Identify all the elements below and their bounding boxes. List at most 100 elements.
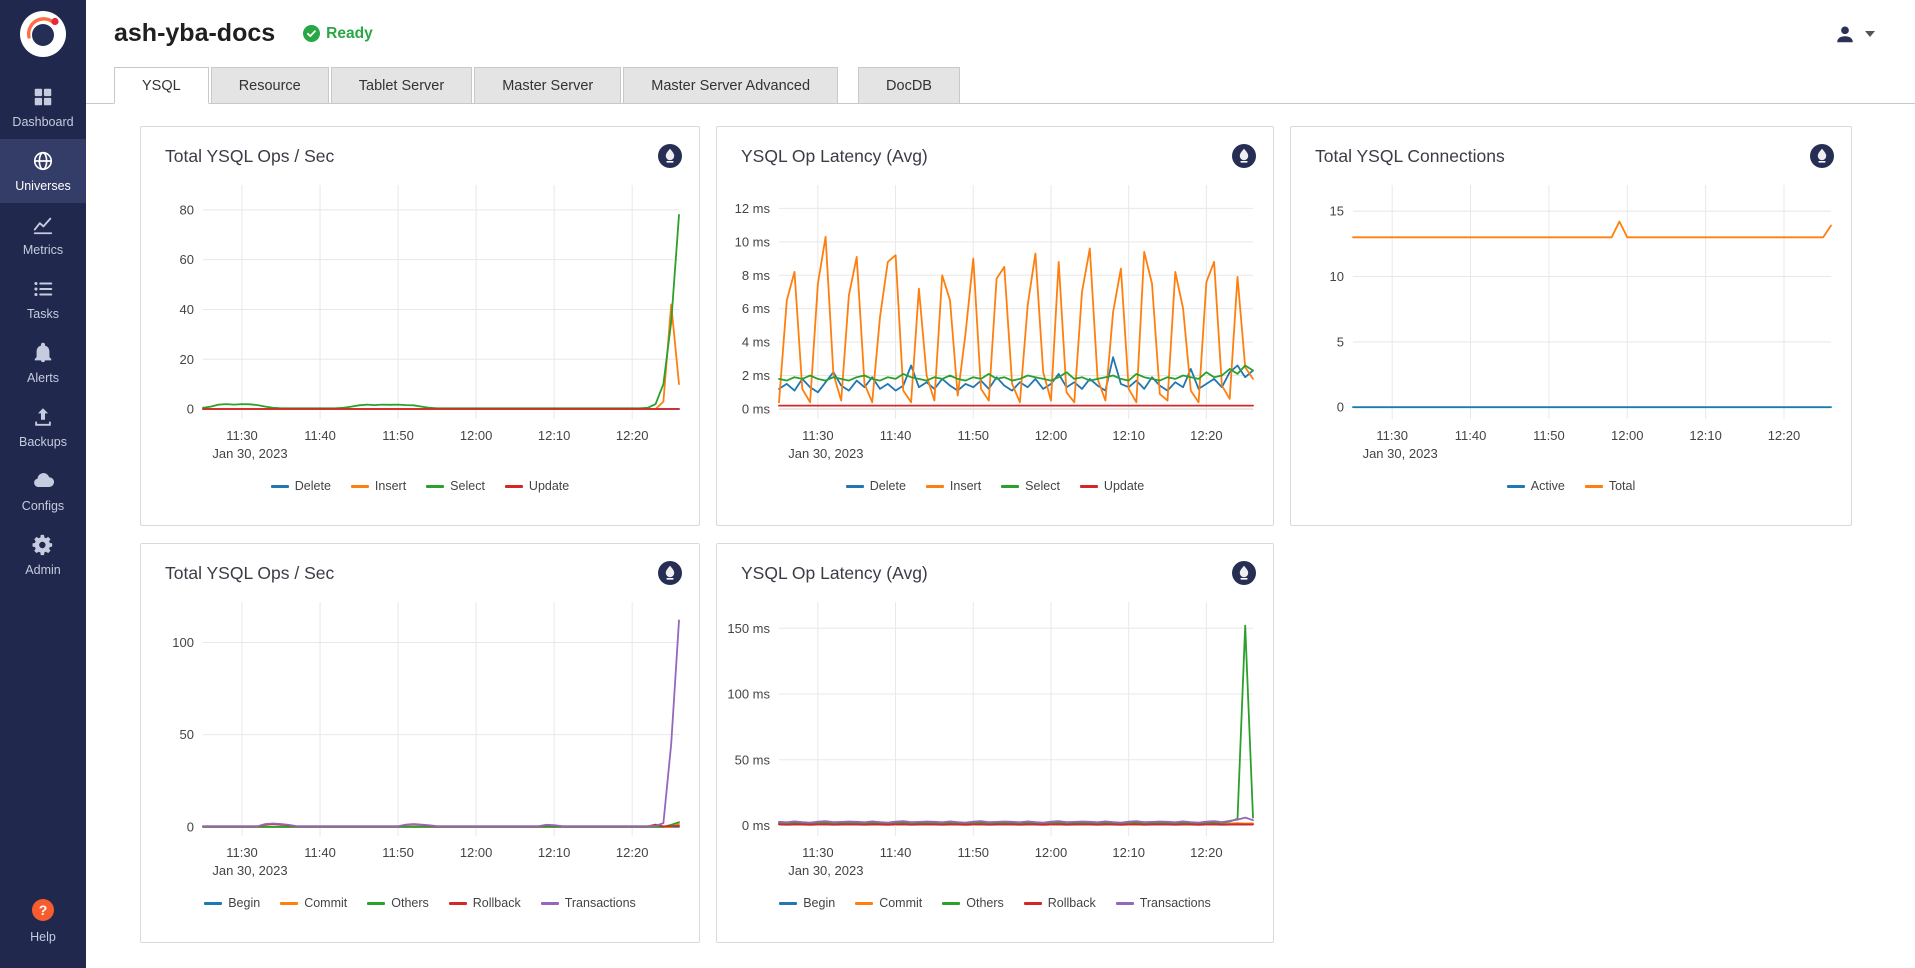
chart-panel-ysql-transactions-ops: Total YSQL Ops / Sec 05010011:30Jan 30, … — [140, 543, 700, 943]
caret-down-icon — [1865, 31, 1875, 37]
legend-item[interactable]: Update — [505, 479, 569, 493]
legend-swatch — [779, 902, 797, 905]
sidebar-item-label: Dashboard — [12, 115, 73, 129]
sidebar-item-label: Tasks — [27, 307, 59, 321]
svg-text:11:40: 11:40 — [304, 428, 336, 443]
legend-item[interactable]: Active — [1507, 479, 1565, 493]
metrics-tabbar: YSQL Resource Tablet Server Master Serve… — [86, 67, 1915, 104]
svg-text:12:10: 12:10 — [1112, 845, 1145, 860]
svg-text:12:20: 12:20 — [616, 845, 649, 860]
legend-item[interactable]: Insert — [926, 479, 981, 493]
tab-docdb[interactable]: DocDB — [858, 67, 960, 104]
tab-ysql[interactable]: YSQL — [114, 67, 209, 104]
legend-swatch — [1507, 485, 1525, 488]
legend-item[interactable]: Transactions — [1116, 896, 1211, 910]
chart-title: Total YSQL Connections — [1315, 143, 1505, 167]
status-label: Ready — [326, 25, 373, 43]
prometheus-icon[interactable] — [657, 560, 683, 586]
sidebar-item-universes[interactable]: Universes — [0, 139, 86, 203]
sidebar-item-tasks[interactable]: Tasks — [0, 267, 86, 331]
legend-swatch — [1024, 902, 1042, 905]
legend-item[interactable]: Rollback — [1024, 896, 1096, 910]
svg-text:50: 50 — [180, 727, 194, 742]
user-icon — [1834, 23, 1856, 45]
svg-text:12:20: 12:20 — [616, 428, 649, 443]
sidebar-item-dashboard[interactable]: Dashboard — [0, 75, 86, 139]
legend-item[interactable]: Update — [1080, 479, 1144, 493]
chart-legend: Delete Insert Select Update — [141, 479, 699, 493]
legend-item[interactable]: Delete — [271, 479, 331, 493]
tab-master-server-advanced[interactable]: Master Server Advanced — [623, 67, 838, 104]
svg-text:15: 15 — [1330, 204, 1344, 219]
user-menu[interactable] — [1834, 23, 1875, 45]
legend-label: Delete — [870, 479, 906, 493]
svg-text:11:40: 11:40 — [1455, 428, 1487, 443]
legend-swatch — [1585, 485, 1603, 488]
legend-label: Others — [966, 896, 1004, 910]
legend-label: Transactions — [1140, 896, 1211, 910]
alerts-bell-icon — [32, 342, 54, 364]
legend-item[interactable]: Delete — [846, 479, 906, 493]
legend-item[interactable]: Total — [1585, 479, 1635, 493]
legend-item[interactable]: Rollback — [449, 896, 521, 910]
svg-text:12:10: 12:10 — [1112, 428, 1145, 443]
legend-swatch — [1080, 485, 1098, 488]
legend-swatch — [541, 902, 559, 905]
yugabyte-planet-logo[interactable] — [19, 10, 67, 63]
prometheus-icon[interactable] — [1231, 560, 1257, 586]
line-chart[interactable]: 02040608011:30Jan 30, 202311:4011:5012:0… — [141, 171, 699, 471]
legend-item[interactable]: Select — [1001, 479, 1060, 493]
svg-text:12:20: 12:20 — [1190, 845, 1223, 860]
chart-legend: Begin Commit Others Rollback Transactions — [717, 896, 1273, 910]
line-chart[interactable]: 0 ms50 ms100 ms150 ms11:30Jan 30, 202311… — [717, 588, 1273, 888]
svg-text:11:50: 11:50 — [382, 845, 414, 860]
svg-text:?: ? — [39, 902, 48, 918]
legend-item[interactable]: Commit — [280, 896, 347, 910]
legend-item[interactable]: Select — [426, 479, 485, 493]
svg-text:2 ms: 2 ms — [742, 368, 771, 383]
legend-swatch — [505, 485, 523, 488]
sidebar-item-admin[interactable]: Admin — [0, 523, 86, 587]
sidebar-item-backups[interactable]: Backups — [0, 395, 86, 459]
help-question-icon: ? — [30, 897, 56, 923]
tab-master-server[interactable]: Master Server — [474, 67, 621, 104]
line-chart[interactable]: 0 ms2 ms4 ms6 ms8 ms10 ms12 ms11:30Jan 3… — [717, 171, 1273, 471]
chart-panel-ysql-transactions-latency: YSQL Op Latency (Avg) 0 ms50 ms100 ms150… — [716, 543, 1274, 943]
legend-item[interactable]: Commit — [855, 896, 922, 910]
prometheus-icon[interactable] — [657, 143, 683, 169]
svg-text:8 ms: 8 ms — [742, 268, 771, 283]
sidebar-item-label: Admin — [25, 563, 60, 577]
svg-text:Jan 30, 2023: Jan 30, 2023 — [1363, 446, 1438, 461]
svg-text:12:20: 12:20 — [1190, 428, 1223, 443]
tab-resource[interactable]: Resource — [211, 67, 329, 104]
legend-label: Update — [529, 479, 569, 493]
chart-title: YSQL Op Latency (Avg) — [741, 560, 928, 584]
legend-item[interactable]: Others — [367, 896, 429, 910]
configs-cloud-icon — [32, 470, 54, 492]
sidebar-item-help[interactable]: ? Help — [0, 886, 86, 954]
legend-label: Rollback — [1048, 896, 1096, 910]
legend-item[interactable]: Insert — [351, 479, 406, 493]
charts-row-2: Total YSQL Ops / Sec 05010011:30Jan 30, … — [140, 543, 1915, 943]
legend-item[interactable]: Others — [942, 896, 1004, 910]
line-chart[interactable]: 05010011:30Jan 30, 202311:4011:5012:0012… — [141, 588, 699, 888]
sidebar-item-label: Help — [30, 930, 56, 944]
legend-item[interactable]: Transactions — [541, 896, 636, 910]
sidebar-item-metrics[interactable]: Metrics — [0, 203, 86, 267]
backups-upload-icon — [32, 406, 54, 428]
sidebar-item-alerts[interactable]: Alerts — [0, 331, 86, 395]
svg-text:Jan 30, 2023: Jan 30, 2023 — [788, 446, 863, 461]
chart-title: YSQL Op Latency (Avg) — [741, 143, 928, 167]
chart-panel-ysql-latency: YSQL Op Latency (Avg) 0 ms2 ms4 ms6 ms8 … — [716, 126, 1274, 526]
legend-swatch — [926, 485, 944, 488]
svg-text:40: 40 — [180, 302, 194, 317]
line-chart[interactable]: 05101511:30Jan 30, 202311:4011:5012:0012… — [1291, 171, 1851, 471]
sidebar-item-configs[interactable]: Configs — [0, 459, 86, 523]
legend-item[interactable]: Begin — [779, 896, 835, 910]
tab-tablet-server[interactable]: Tablet Server — [331, 67, 472, 104]
prometheus-icon[interactable] — [1231, 143, 1257, 169]
prometheus-icon[interactable] — [1809, 143, 1835, 169]
legend-item[interactable]: Begin — [204, 896, 260, 910]
sidebar: Dashboard Universes Metrics Tasks — [0, 0, 86, 968]
legend-label: Active — [1531, 479, 1565, 493]
